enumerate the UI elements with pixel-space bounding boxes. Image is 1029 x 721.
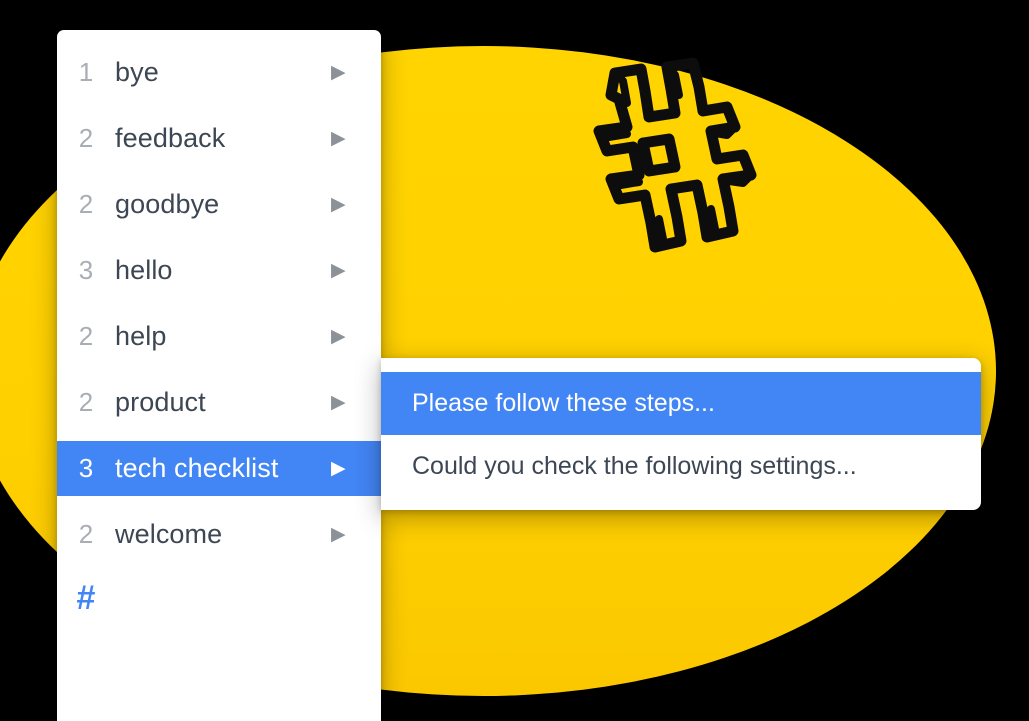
- shortcut-list: 1 bye ▶ 2 feedback ▶ 2 goodbye ▶ 3 hello…: [57, 30, 381, 623]
- shortcut-count: 1: [78, 57, 94, 87]
- chevron-right-icon[interactable]: ▶: [331, 195, 381, 214]
- submenu-item[interactable]: Could you check the following settings..…: [381, 435, 981, 498]
- shortcut-count: 2: [78, 189, 94, 219]
- list-item[interactable]: 3 hello ▶: [57, 243, 381, 298]
- canvas-root: 1 bye ▶ 2 feedback ▶ 2 goodbye ▶ 3 hello…: [0, 0, 1029, 721]
- shortcut-label: tech checklist: [115, 453, 279, 483]
- submenu-item-active[interactable]: Please follow these steps...: [381, 372, 981, 435]
- list-item[interactable]: 2 welcome ▶: [57, 507, 381, 562]
- shortcut-label: product: [115, 387, 206, 417]
- shortcut-label: hello: [115, 255, 173, 285]
- list-item[interactable]: 2 product ▶: [57, 375, 381, 430]
- submenu-panel: Please follow these steps... Could you c…: [381, 358, 981, 510]
- shortcut-label: bye: [115, 57, 159, 87]
- list-item[interactable]: 2 feedback ▶: [57, 111, 381, 166]
- shortcut-label: goodbye: [115, 189, 220, 219]
- shortcut-list-panel: 1 bye ▶ 2 feedback ▶ 2 goodbye ▶ 3 hello…: [57, 30, 381, 721]
- shortcut-count: 3: [78, 255, 94, 285]
- chevron-right-icon[interactable]: ▶: [331, 525, 381, 544]
- hashtag-illustration: [575, 55, 805, 295]
- hash-icon[interactable]: #: [57, 581, 115, 615]
- chevron-right-icon[interactable]: ▶: [331, 261, 381, 280]
- list-item-selected[interactable]: 3 tech checklist ▶: [57, 441, 381, 496]
- list-item[interactable]: 2 help ▶: [57, 309, 381, 364]
- shortcut-count: 2: [78, 519, 94, 549]
- shortcut-label: help: [115, 321, 167, 351]
- shortcut-label: feedback: [115, 123, 226, 153]
- add-shortcut-row[interactable]: #: [57, 573, 381, 623]
- chevron-right-icon[interactable]: ▶: [331, 327, 381, 346]
- shortcut-count: 2: [78, 321, 94, 351]
- shortcut-count: 3: [78, 453, 94, 483]
- list-item[interactable]: 2 goodbye ▶: [57, 177, 381, 232]
- chevron-right-icon[interactable]: ▶: [331, 459, 381, 478]
- shortcut-count: 2: [78, 387, 94, 417]
- chevron-right-icon[interactable]: ▶: [331, 393, 381, 412]
- shortcut-count: 2: [78, 123, 94, 153]
- shortcut-label: welcome: [115, 519, 223, 549]
- list-item[interactable]: 1 bye ▶: [57, 45, 381, 100]
- chevron-right-icon[interactable]: ▶: [331, 63, 381, 82]
- chevron-right-icon[interactable]: ▶: [331, 129, 381, 148]
